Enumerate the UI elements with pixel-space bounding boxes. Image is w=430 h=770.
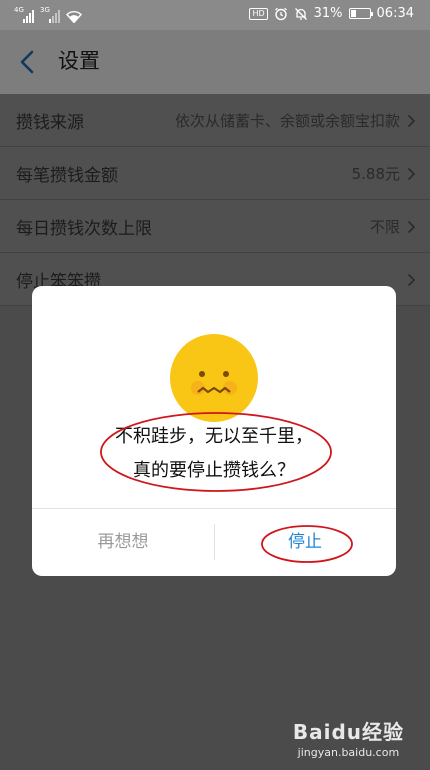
back-arrow-icon[interactable]	[14, 48, 42, 76]
worried-emoji-icon	[170, 334, 258, 422]
chevron-right-icon	[407, 273, 416, 287]
chevron-right-icon	[407, 167, 416, 181]
chevron-right-icon	[407, 220, 416, 234]
settings-row-amount[interactable]: 每笔攒钱金额 5.88元	[0, 147, 430, 200]
settings-row-value: 不限	[369, 218, 400, 236]
settings-row-label: 每笔攒钱金额	[16, 166, 118, 186]
mute-icon	[294, 7, 307, 20]
page-title: 设置	[58, 49, 100, 73]
hd-badge: HD	[249, 7, 268, 20]
watermark-url: jingyan.baidu.com	[297, 746, 400, 759]
settings-row-value: 5.88元	[351, 165, 400, 183]
chevron-right-icon	[407, 114, 416, 128]
status-bar: 4G 3G HD 31% 06:34	[0, 0, 430, 30]
cancel-button[interactable]: 再想想	[32, 508, 214, 576]
settings-row-daily-limit[interactable]: 每日攒钱次数上限 不限	[0, 200, 430, 253]
app-header: 设置	[0, 30, 430, 94]
annotation-circle	[261, 525, 353, 563]
status-time: 06:34	[376, 6, 414, 21]
settings-row-label: 攒钱来源	[16, 113, 84, 133]
battery-percent: 31%	[313, 6, 343, 21]
annotation-circle	[100, 412, 332, 492]
confirm-dialog: 不积跬步，无以至千里， 真的要停止攒钱么？ 再想想 停止	[32, 286, 396, 576]
watermark: Baidu经验 jingyan.baidu.com	[293, 716, 404, 759]
alarm-icon	[274, 7, 287, 20]
signal-sim2-icon: 3G	[40, 7, 60, 23]
settings-row-label: 每日攒钱次数上限	[16, 219, 152, 239]
settings-row-source[interactable]: 攒钱来源 依次从储蓄卡、余额或余额宝扣款	[0, 94, 430, 147]
wifi-icon	[66, 10, 82, 23]
status-left: 4G 3G	[14, 7, 82, 23]
signal-sim1-icon: 4G	[14, 7, 34, 23]
settings-row-value: 依次从储蓄卡、余额或余额宝扣款	[174, 112, 400, 130]
battery-icon	[348, 8, 373, 19]
watermark-logo: Baidu经验	[292, 720, 404, 744]
status-right: HD 31% 06:34	[249, 6, 414, 21]
settings-list: 攒钱来源 依次从储蓄卡、余额或余额宝扣款 每笔攒钱金额 5.88元 每日攒钱次数…	[0, 94, 430, 306]
